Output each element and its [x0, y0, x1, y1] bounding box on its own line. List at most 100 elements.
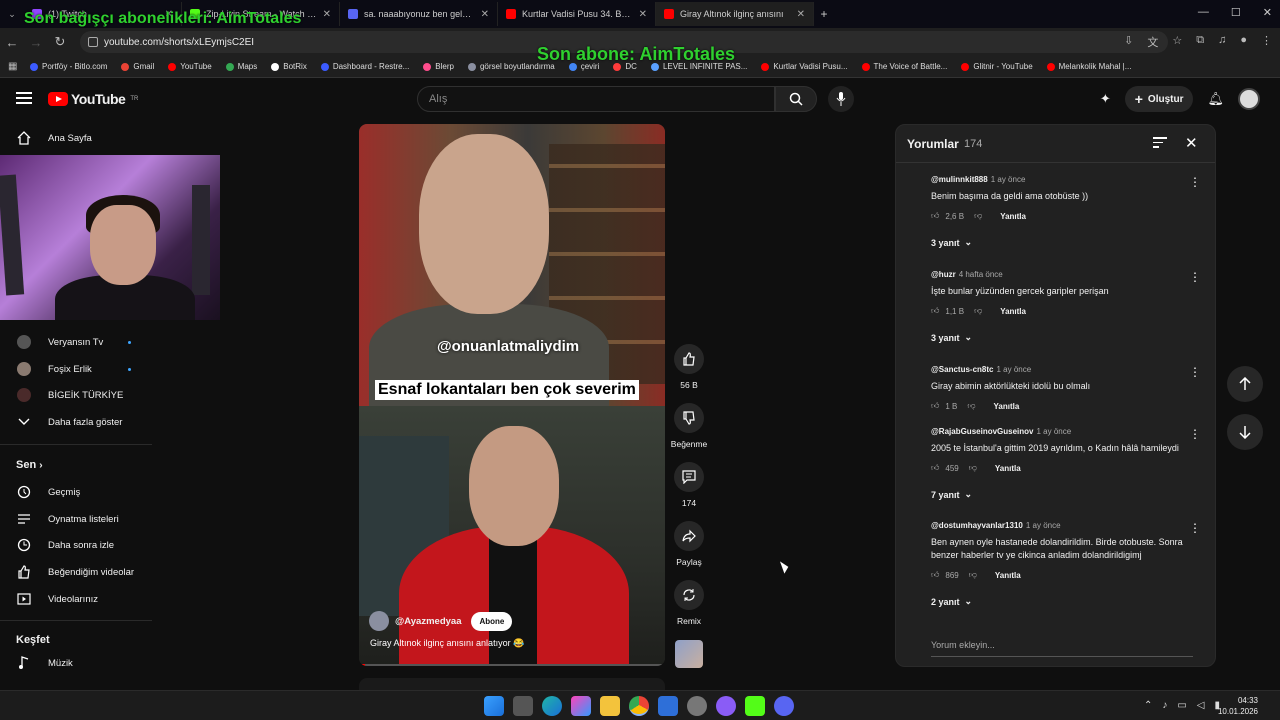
reload-icon[interactable]: ↻: [48, 34, 72, 50]
bookmark-item[interactable]: Glitnir - YouTube: [961, 62, 1033, 71]
minimize-icon[interactable]: —: [1198, 6, 1209, 19]
comment-like-icon[interactable]: 👍︎: [931, 463, 939, 473]
comment-more-icon[interactable]: ⋮: [1189, 427, 1201, 441]
youtube-logo[interactable]: YouTube TR: [48, 91, 138, 107]
windows-start-icon[interactable]: [484, 696, 504, 716]
shorts-video-player[interactable]: @onuanlatmaliydim Esnaf lokantaları ben …: [359, 124, 665, 666]
bookmark-item[interactable]: Blerp: [423, 62, 454, 71]
close-comments-icon[interactable]: ✕: [1185, 134, 1198, 152]
voice-search-button[interactable]: [828, 86, 854, 112]
bookmark-item[interactable]: Dashboard - Restre...: [320, 62, 409, 71]
browser-tab[interactable]: sa. naaabıyonuz ben geldim - R✕: [340, 2, 498, 26]
channel-avatar[interactable]: [369, 611, 389, 631]
sidebar-item-watch-later[interactable]: Daha sonra izle: [0, 532, 154, 558]
comment-like-icon[interactable]: 👍︎: [931, 211, 939, 221]
share-button[interactable]: Paylaş: [670, 521, 708, 567]
tab-search-chevron-icon[interactable]: ⌄: [0, 9, 24, 20]
chrome-browser-icon[interactable]: [629, 696, 649, 716]
comment-dislike-icon[interactable]: 👎︎: [974, 211, 982, 221]
comment-author[interactable]: @RajabGuseinovGuseinov: [931, 427, 1034, 436]
comment-dislike-icon[interactable]: 👎︎: [969, 463, 977, 473]
bookmark-item[interactable]: BotRix: [271, 62, 307, 71]
comment-author[interactable]: @mulinnkit888: [931, 175, 988, 184]
comment-like-icon[interactable]: 👍︎: [931, 306, 939, 316]
bookmark-star-icon[interactable]: ☆: [1172, 34, 1182, 50]
next-short-preview[interactable]: [359, 678, 665, 690]
sidebar-item-music[interactable]: Müzik: [0, 650, 154, 676]
forward-icon[interactable]: →: [24, 35, 48, 50]
sidebar-item-home[interactable]: Ana Sayfa: [0, 125, 154, 151]
subscribe-button[interactable]: Abone: [471, 611, 513, 631]
microphone-tray-icon[interactable]: ♪: [1162, 700, 1167, 711]
sidebar-item-subscription[interactable]: Foşix Erlik: [0, 356, 154, 382]
reply-button[interactable]: Yanıtla: [1000, 212, 1026, 221]
bookmark-item[interactable]: Melankolik Mahal |...: [1046, 62, 1131, 71]
view-replies-button[interactable]: 2 yanıt ⌄: [931, 596, 1201, 607]
app-icon[interactable]: [658, 696, 678, 716]
display-tray-icon[interactable]: ▭: [1177, 700, 1186, 711]
copilot-icon[interactable]: [571, 696, 591, 716]
comment-dislike-icon[interactable]: 👎︎: [967, 401, 975, 411]
profile-icon[interactable]: ●: [1240, 34, 1247, 50]
browser-tab-active[interactable]: Giray Altınok ilginç anısını ✕: [656, 2, 814, 26]
comments-button[interactable]: 174: [670, 462, 708, 508]
task-view-icon[interactable]: [513, 696, 533, 716]
sidebar-item-liked-videos[interactable]: Beğendiğim videolar: [0, 559, 154, 585]
notifications-bell-icon[interactable]: 🔔︎: [1207, 91, 1224, 107]
reply-button[interactable]: Yanıtla: [995, 464, 1021, 473]
back-icon[interactable]: ←: [0, 35, 24, 50]
system-clock[interactable]: 04:33 10.01.2026: [1218, 695, 1258, 717]
comment-author[interactable]: @Sanctus-cn8tc: [931, 365, 993, 374]
comment-more-icon[interactable]: ⋮: [1189, 365, 1201, 379]
comment-author[interactable]: @huzr: [931, 270, 956, 279]
reply-button[interactable]: Yanıtla: [994, 402, 1020, 411]
tab-close-icon[interactable]: ✕: [323, 9, 331, 20]
comment-more-icon[interactable]: ⋮: [1189, 521, 1201, 535]
new-tab-icon[interactable]: +: [814, 7, 834, 21]
comment-dislike-icon[interactable]: 👎︎: [969, 570, 977, 580]
bookmark-item[interactable]: Maps: [225, 62, 257, 71]
dislike-button[interactable]: Beğenme: [670, 403, 708, 449]
settings-gear-icon[interactable]: [687, 696, 707, 716]
sidebar-item-playlists[interactable]: Oynatma listeleri: [0, 506, 154, 532]
edge-browser-icon[interactable]: [542, 696, 562, 716]
bookmark-item[interactable]: YouTube: [168, 62, 212, 71]
install-app-icon[interactable]: ⇩: [1124, 34, 1133, 50]
comment-author[interactable]: @dostumhayvanlar1310: [931, 521, 1023, 530]
sound-thumbnail[interactable]: [675, 640, 703, 668]
view-replies-button[interactable]: 3 yanıt ⌄: [931, 332, 1201, 343]
reply-button[interactable]: Yanıtla: [1000, 307, 1026, 316]
comment-dislike-icon[interactable]: 👎︎: [974, 306, 982, 316]
media-icon[interactable]: ♫: [1218, 34, 1226, 50]
close-window-icon[interactable]: ✕: [1263, 6, 1272, 19]
tab-close-icon[interactable]: ✕: [481, 9, 489, 20]
sort-comments-icon[interactable]: [1153, 137, 1167, 149]
add-comment-input[interactable]: Yorum ekleyin...: [931, 640, 1193, 657]
sidebar-you-heading[interactable]: Sen ›: [16, 459, 43, 471]
browser-menu-icon[interactable]: ⋮: [1261, 34, 1272, 50]
tab-close-icon[interactable]: ✕: [639, 9, 647, 20]
hamburger-menu-icon[interactable]: [16, 92, 32, 104]
sidebar-show-more[interactable]: Daha fazla göster: [0, 409, 154, 435]
video-progress-bar[interactable]: [359, 664, 665, 666]
premium-sparkle-icon[interactable]: ✦: [1100, 91, 1111, 107]
sidebar-item-history[interactable]: Geçmiş: [0, 479, 154, 505]
channel-name[interactable]: @Ayazmedyaa: [395, 616, 461, 627]
browser-tab[interactable]: Kurtlar Vadisi Pusu 34. Bölüm Fu✕: [498, 2, 656, 26]
bookmark-item[interactable]: The Voice of Battle...: [861, 62, 947, 71]
sidebar-item-subscription[interactable]: Veryansın Tv: [0, 329, 154, 355]
search-button[interactable]: [775, 86, 817, 112]
discord-app-icon[interactable]: [774, 696, 794, 716]
account-avatar[interactable]: [1238, 88, 1260, 110]
site-info-icon[interactable]: [88, 37, 98, 47]
kick-app-icon[interactable]: [745, 696, 765, 716]
sidebar-item-your-videos[interactable]: Videolarınız: [0, 586, 154, 612]
remix-button[interactable]: Remix: [670, 580, 708, 626]
comment-like-icon[interactable]: 👍︎: [931, 570, 939, 580]
twitch-app-icon[interactable]: [716, 696, 736, 716]
video-title[interactable]: Giray Altınok ilginç anısını anlatıyor 😂: [370, 638, 524, 649]
tray-chevron-up-icon[interactable]: ⌃: [1144, 700, 1152, 711]
create-button[interactable]: + Oluştur: [1124, 86, 1194, 112]
bookmark-item[interactable]: Portföy - Bitlo.com: [30, 62, 107, 71]
volume-tray-icon[interactable]: ◁: [1197, 700, 1205, 711]
